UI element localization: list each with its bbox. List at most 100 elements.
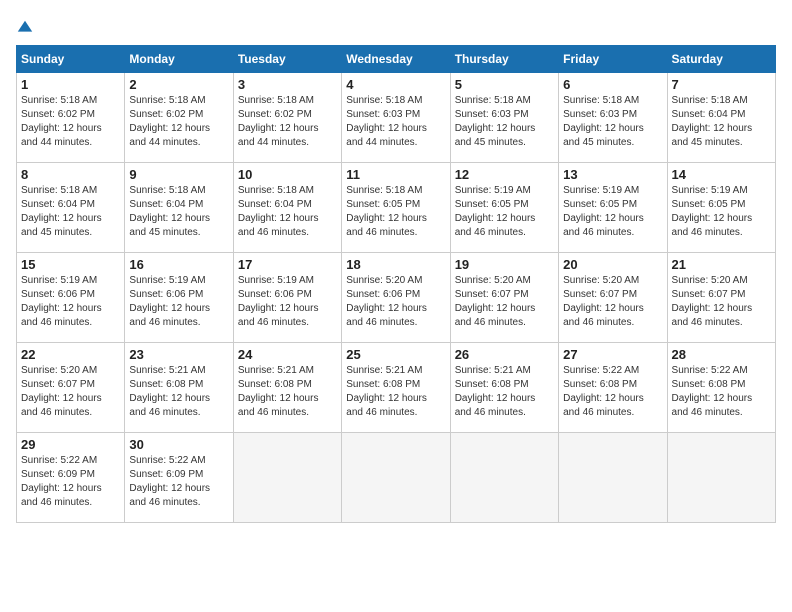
day-number: 22 <box>21 347 120 362</box>
day-number: 27 <box>563 347 662 362</box>
day-number: 12 <box>455 167 554 182</box>
day-detail: Sunrise: 5:21 AMSunset: 6:08 PMDaylight:… <box>346 365 427 418</box>
calendar-cell: 18 Sunrise: 5:20 AMSunset: 6:06 PMDaylig… <box>342 253 450 343</box>
day-number: 6 <box>563 77 662 92</box>
calendar-cell: 4 Sunrise: 5:18 AMSunset: 6:03 PMDayligh… <box>342 73 450 163</box>
logo-icon <box>16 19 34 37</box>
calendar-cell: 11 Sunrise: 5:18 AMSunset: 6:05 PMDaylig… <box>342 163 450 253</box>
day-detail: Sunrise: 5:21 AMSunset: 6:08 PMDaylight:… <box>238 365 319 418</box>
day-detail: Sunrise: 5:19 AMSunset: 6:06 PMDaylight:… <box>238 275 319 328</box>
day-detail: Sunrise: 5:18 AMSunset: 6:04 PMDaylight:… <box>129 185 210 238</box>
calendar-week-5: 29 Sunrise: 5:22 AMSunset: 6:09 PMDaylig… <box>17 433 776 523</box>
day-number: 8 <box>21 167 120 182</box>
calendar-cell <box>233 433 341 523</box>
day-number: 15 <box>21 257 120 272</box>
day-detail: Sunrise: 5:18 AMSunset: 6:02 PMDaylight:… <box>129 95 210 148</box>
calendar-cell: 27 Sunrise: 5:22 AMSunset: 6:08 PMDaylig… <box>559 343 667 433</box>
day-detail: Sunrise: 5:18 AMSunset: 6:03 PMDaylight:… <box>346 95 427 148</box>
day-detail: Sunrise: 5:20 AMSunset: 6:07 PMDaylight:… <box>455 275 536 328</box>
day-number: 25 <box>346 347 445 362</box>
day-detail: Sunrise: 5:20 AMSunset: 6:07 PMDaylight:… <box>672 275 753 328</box>
calendar-cell <box>450 433 558 523</box>
day-detail: Sunrise: 5:22 AMSunset: 6:09 PMDaylight:… <box>21 455 102 508</box>
calendar-week-3: 15 Sunrise: 5:19 AMSunset: 6:06 PMDaylig… <box>17 253 776 343</box>
calendar-cell: 8 Sunrise: 5:18 AMSunset: 6:04 PMDayligh… <box>17 163 125 253</box>
calendar-cell: 15 Sunrise: 5:19 AMSunset: 6:06 PMDaylig… <box>17 253 125 343</box>
day-number: 13 <box>563 167 662 182</box>
day-detail: Sunrise: 5:21 AMSunset: 6:08 PMDaylight:… <box>129 365 210 418</box>
calendar-cell: 28 Sunrise: 5:22 AMSunset: 6:08 PMDaylig… <box>667 343 775 433</box>
day-number: 19 <box>455 257 554 272</box>
day-detail: Sunrise: 5:19 AMSunset: 6:05 PMDaylight:… <box>563 185 644 238</box>
calendar-cell: 14 Sunrise: 5:19 AMSunset: 6:05 PMDaylig… <box>667 163 775 253</box>
day-number: 2 <box>129 77 228 92</box>
day-number: 23 <box>129 347 228 362</box>
day-number: 3 <box>238 77 337 92</box>
calendar-cell: 25 Sunrise: 5:21 AMSunset: 6:08 PMDaylig… <box>342 343 450 433</box>
day-number: 1 <box>21 77 120 92</box>
day-number: 4 <box>346 77 445 92</box>
day-number: 9 <box>129 167 228 182</box>
day-number: 28 <box>672 347 771 362</box>
calendar-cell: 16 Sunrise: 5:19 AMSunset: 6:06 PMDaylig… <box>125 253 233 343</box>
day-detail: Sunrise: 5:21 AMSunset: 6:08 PMDaylight:… <box>455 365 536 418</box>
calendar-table: SundayMondayTuesdayWednesdayThursdayFrid… <box>16 45 776 523</box>
calendar-cell: 24 Sunrise: 5:21 AMSunset: 6:08 PMDaylig… <box>233 343 341 433</box>
calendar-cell: 19 Sunrise: 5:20 AMSunset: 6:07 PMDaylig… <box>450 253 558 343</box>
calendar-cell: 5 Sunrise: 5:18 AMSunset: 6:03 PMDayligh… <box>450 73 558 163</box>
calendar-cell: 20 Sunrise: 5:20 AMSunset: 6:07 PMDaylig… <box>559 253 667 343</box>
day-number: 21 <box>672 257 771 272</box>
day-number: 11 <box>346 167 445 182</box>
calendar-cell: 7 Sunrise: 5:18 AMSunset: 6:04 PMDayligh… <box>667 73 775 163</box>
page-header <box>16 16 776 37</box>
calendar-cell: 1 Sunrise: 5:18 AMSunset: 6:02 PMDayligh… <box>17 73 125 163</box>
calendar-cell: 12 Sunrise: 5:19 AMSunset: 6:05 PMDaylig… <box>450 163 558 253</box>
day-number: 20 <box>563 257 662 272</box>
calendar-cell: 30 Sunrise: 5:22 AMSunset: 6:09 PMDaylig… <box>125 433 233 523</box>
calendar-week-1: 1 Sunrise: 5:18 AMSunset: 6:02 PMDayligh… <box>17 73 776 163</box>
calendar-cell: 23 Sunrise: 5:21 AMSunset: 6:08 PMDaylig… <box>125 343 233 433</box>
calendar-week-2: 8 Sunrise: 5:18 AMSunset: 6:04 PMDayligh… <box>17 163 776 253</box>
day-detail: Sunrise: 5:18 AMSunset: 6:04 PMDaylight:… <box>238 185 319 238</box>
day-detail: Sunrise: 5:19 AMSunset: 6:06 PMDaylight:… <box>129 275 210 328</box>
day-detail: Sunrise: 5:18 AMSunset: 6:04 PMDaylight:… <box>21 185 102 238</box>
day-detail: Sunrise: 5:19 AMSunset: 6:05 PMDaylight:… <box>455 185 536 238</box>
day-number: 7 <box>672 77 771 92</box>
calendar-week-4: 22 Sunrise: 5:20 AMSunset: 6:07 PMDaylig… <box>17 343 776 433</box>
calendar-cell: 10 Sunrise: 5:18 AMSunset: 6:04 PMDaylig… <box>233 163 341 253</box>
calendar-header-row: SundayMondayTuesdayWednesdayThursdayFrid… <box>17 46 776 73</box>
day-number: 26 <box>455 347 554 362</box>
calendar-cell <box>667 433 775 523</box>
calendar-cell: 9 Sunrise: 5:18 AMSunset: 6:04 PMDayligh… <box>125 163 233 253</box>
day-detail: Sunrise: 5:22 AMSunset: 6:08 PMDaylight:… <box>563 365 644 418</box>
day-detail: Sunrise: 5:20 AMSunset: 6:07 PMDaylight:… <box>563 275 644 328</box>
logo <box>16 16 34 37</box>
day-detail: Sunrise: 5:22 AMSunset: 6:09 PMDaylight:… <box>129 455 210 508</box>
calendar-cell: 17 Sunrise: 5:19 AMSunset: 6:06 PMDaylig… <box>233 253 341 343</box>
day-detail: Sunrise: 5:18 AMSunset: 6:03 PMDaylight:… <box>563 95 644 148</box>
day-number: 30 <box>129 437 228 452</box>
calendar-cell: 3 Sunrise: 5:18 AMSunset: 6:02 PMDayligh… <box>233 73 341 163</box>
calendar-header-tuesday: Tuesday <box>233 46 341 73</box>
day-number: 5 <box>455 77 554 92</box>
calendar-header-thursday: Thursday <box>450 46 558 73</box>
day-number: 16 <box>129 257 228 272</box>
calendar-cell: 22 Sunrise: 5:20 AMSunset: 6:07 PMDaylig… <box>17 343 125 433</box>
calendar-cell: 29 Sunrise: 5:22 AMSunset: 6:09 PMDaylig… <box>17 433 125 523</box>
calendar-header-monday: Monday <box>125 46 233 73</box>
day-detail: Sunrise: 5:18 AMSunset: 6:04 PMDaylight:… <box>672 95 753 148</box>
day-number: 18 <box>346 257 445 272</box>
day-number: 29 <box>21 437 120 452</box>
calendar-cell: 2 Sunrise: 5:18 AMSunset: 6:02 PMDayligh… <box>125 73 233 163</box>
day-detail: Sunrise: 5:20 AMSunset: 6:06 PMDaylight:… <box>346 275 427 328</box>
day-number: 17 <box>238 257 337 272</box>
day-detail: Sunrise: 5:18 AMSunset: 6:05 PMDaylight:… <box>346 185 427 238</box>
calendar-cell: 26 Sunrise: 5:21 AMSunset: 6:08 PMDaylig… <box>450 343 558 433</box>
day-number: 24 <box>238 347 337 362</box>
calendar-cell <box>342 433 450 523</box>
day-number: 14 <box>672 167 771 182</box>
calendar-header-saturday: Saturday <box>667 46 775 73</box>
day-detail: Sunrise: 5:18 AMSunset: 6:02 PMDaylight:… <box>238 95 319 148</box>
day-detail: Sunrise: 5:19 AMSunset: 6:05 PMDaylight:… <box>672 185 753 238</box>
calendar-header-friday: Friday <box>559 46 667 73</box>
